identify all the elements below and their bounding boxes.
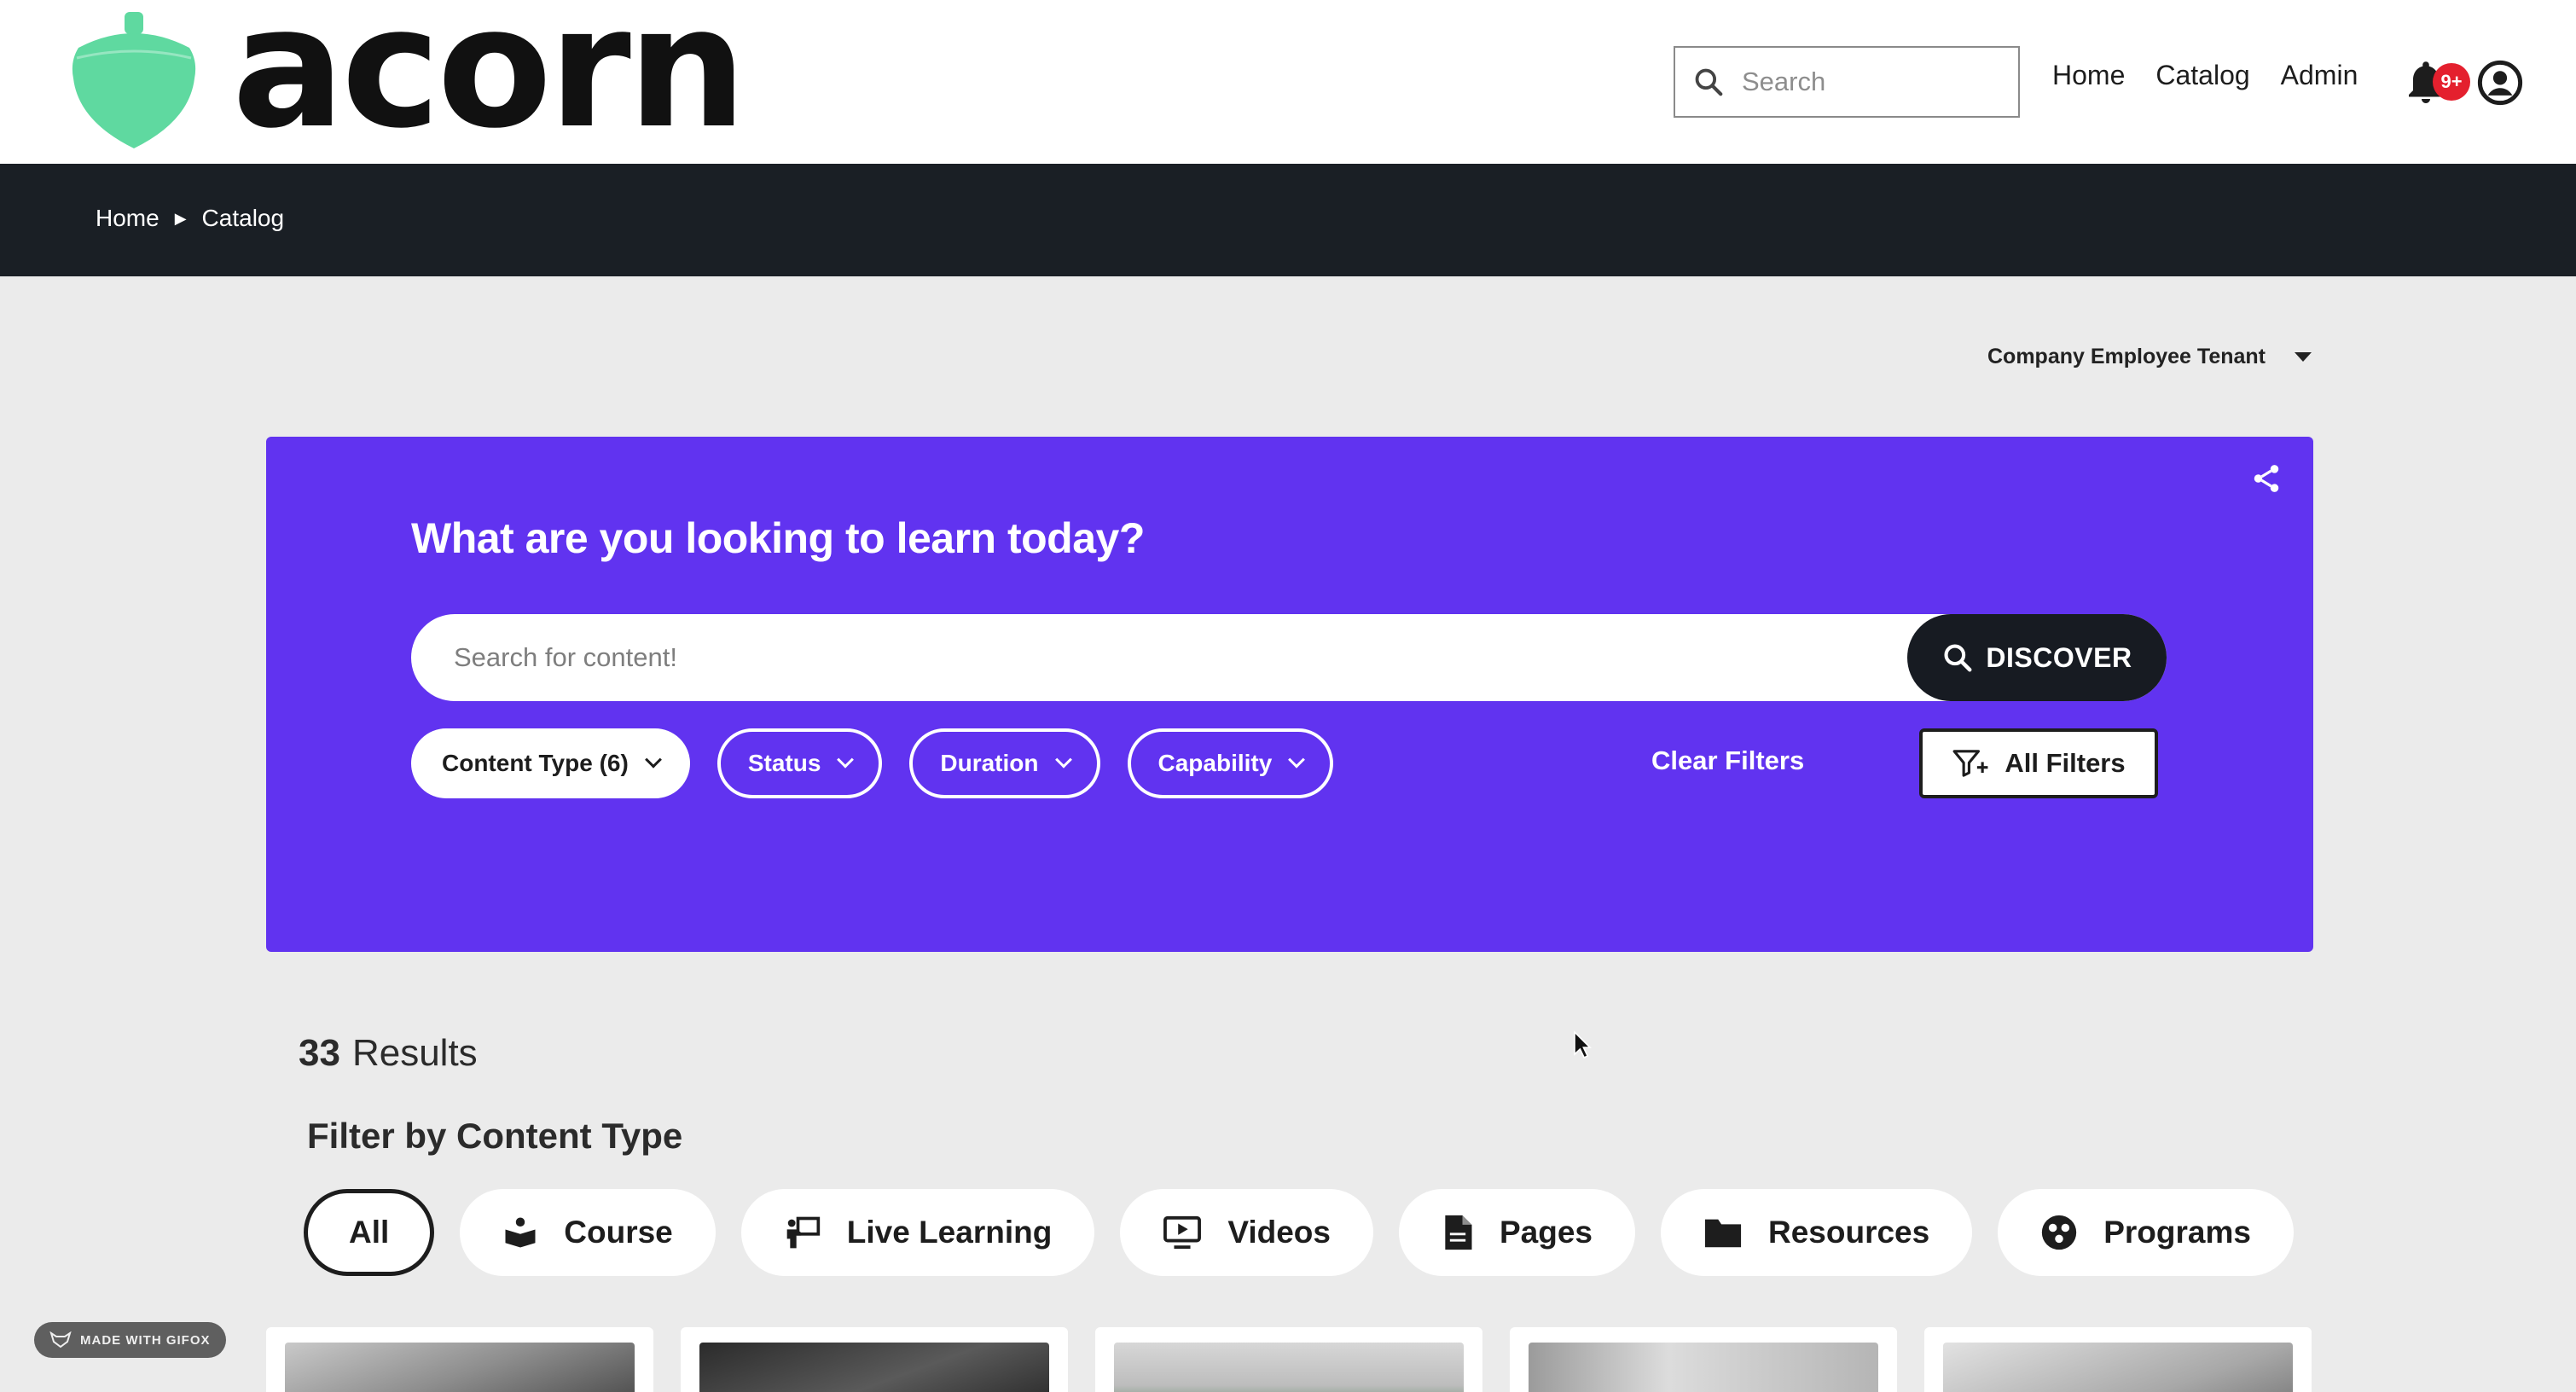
- filter-add-icon: [1952, 750, 1988, 777]
- nav-catalog[interactable]: Catalog: [2155, 60, 2249, 91]
- pill-label: Resources: [1768, 1215, 1930, 1250]
- chevron-down-icon: [644, 751, 662, 768]
- content-type-pills: All Course Live Learning Videos Pages Re…: [304, 1189, 2294, 1276]
- gifox-logo-icon: [49, 1331, 72, 1348]
- content-card[interactable]: [266, 1327, 653, 1392]
- content-search: DISCOVER: [411, 614, 2167, 701]
- mouse-cursor-icon: [1574, 1030, 1592, 1059]
- all-filters-label: All Filters: [2005, 748, 2126, 778]
- card-thumbnail: [1943, 1343, 2293, 1392]
- gifox-watermark: MADE WITH GIFOX: [34, 1322, 226, 1358]
- pill-label: Course: [564, 1215, 673, 1250]
- pill-label: All: [349, 1215, 390, 1250]
- caret-down-icon: [2295, 352, 2312, 362]
- discover-button[interactable]: DISCOVER: [1907, 614, 2167, 701]
- filter-label: Duration: [940, 750, 1039, 776]
- breadcrumb-bar: Home ▶ Catalog: [0, 164, 2576, 276]
- filter-chips: Content Type (6) Status Duration Capabil…: [411, 728, 1334, 798]
- pill-label: Pages: [1499, 1215, 1593, 1250]
- header-search-input[interactable]: [1742, 67, 1998, 97]
- card-thumbnail: [1529, 1343, 1878, 1392]
- card-thumbnail: [1114, 1343, 1464, 1392]
- filter-label: Content Type (6): [442, 750, 629, 776]
- content-card[interactable]: [1924, 1327, 2312, 1392]
- document-icon: [1445, 1215, 1472, 1250]
- discover-label: DISCOVER: [1986, 641, 2132, 673]
- header-search[interactable]: [1674, 46, 2020, 118]
- content-card[interactable]: [1095, 1327, 1482, 1392]
- card-thumbnail: [699, 1343, 1049, 1392]
- search-icon: [1944, 644, 1972, 672]
- acorn-icon: [72, 12, 196, 148]
- results-number: 33: [299, 1032, 340, 1074]
- programs-icon: [2042, 1215, 2077, 1250]
- breadcrumb-catalog[interactable]: Catalog: [202, 205, 285, 232]
- course-icon: [505, 1217, 536, 1248]
- type-live-learning-pill[interactable]: Live Learning: [740, 1189, 1095, 1276]
- breadcrumb: Home ▶ Catalog: [96, 205, 284, 232]
- video-icon: [1163, 1215, 1202, 1250]
- chevron-down-icon: [837, 751, 855, 768]
- content-type-heading: Filter by Content Type: [307, 1116, 683, 1156]
- type-pages-pill[interactable]: Pages: [1398, 1189, 1635, 1276]
- content-cards: [266, 1327, 2312, 1392]
- search-icon: [1695, 68, 1723, 96]
- type-course-pill[interactable]: Course: [460, 1189, 716, 1276]
- filter-duration[interactable]: Duration: [909, 728, 1100, 798]
- pill-label: Videos: [1227, 1215, 1331, 1250]
- folder-icon: [1704, 1219, 1742, 1248]
- filter-label: Capability: [1157, 750, 1273, 776]
- acorn-logo[interactable]: acorn: [70, 0, 746, 152]
- filter-status[interactable]: Status: [717, 728, 883, 798]
- content-card[interactable]: [681, 1327, 1068, 1392]
- chevron-down-icon: [1054, 751, 1072, 768]
- nav-home[interactable]: Home: [2052, 60, 2125, 91]
- top-header: acorn Home Catalog Admin 9+: [0, 0, 2576, 164]
- pill-label: Live Learning: [846, 1215, 1053, 1250]
- clear-filters-link[interactable]: Clear Filters: [1651, 745, 1804, 776]
- type-all-pill[interactable]: All: [304, 1189, 435, 1276]
- content-search-input[interactable]: [454, 638, 1904, 677]
- tenant-label: Company Employee Tenant: [1987, 345, 2266, 368]
- user-account-icon[interactable]: [2477, 60, 2523, 106]
- discover-hero: What are you looking to learn today? DIS…: [266, 437, 2313, 952]
- gifox-label: MADE WITH GIFOX: [80, 1332, 211, 1348]
- share-icon[interactable]: [2250, 462, 2283, 495]
- type-resources-pill[interactable]: Resources: [1661, 1189, 1973, 1276]
- breadcrumb-separator-icon: ▶: [174, 209, 187, 227]
- results-count: 33 Results: [299, 1032, 478, 1075]
- all-filters-button[interactable]: All Filters: [1919, 728, 2158, 798]
- presenter-icon: [786, 1216, 820, 1249]
- results-label: Results: [351, 1032, 478, 1074]
- logo-wordmark: acorn: [232, 0, 746, 165]
- pill-label: Programs: [2103, 1215, 2251, 1250]
- card-thumbnail: [285, 1343, 635, 1392]
- notification-badge: 9+: [2433, 63, 2470, 101]
- filter-label: Status: [747, 750, 821, 776]
- breadcrumb-home[interactable]: Home: [96, 205, 160, 232]
- chevron-down-icon: [1288, 751, 1306, 768]
- type-programs-pill[interactable]: Programs: [1998, 1189, 2294, 1276]
- hero-title: What are you looking to learn today?: [411, 514, 1145, 562]
- type-videos-pill[interactable]: Videos: [1120, 1189, 1373, 1276]
- filter-capability[interactable]: Capability: [1127, 728, 1334, 798]
- content-card[interactable]: [1510, 1327, 1897, 1392]
- tenant-selector[interactable]: Company Employee Tenant: [1987, 345, 2312, 369]
- filter-content-type[interactable]: Content Type (6): [411, 728, 690, 798]
- main-nav: Home Catalog Admin: [2052, 60, 2358, 91]
- nav-admin[interactable]: Admin: [2281, 60, 2358, 91]
